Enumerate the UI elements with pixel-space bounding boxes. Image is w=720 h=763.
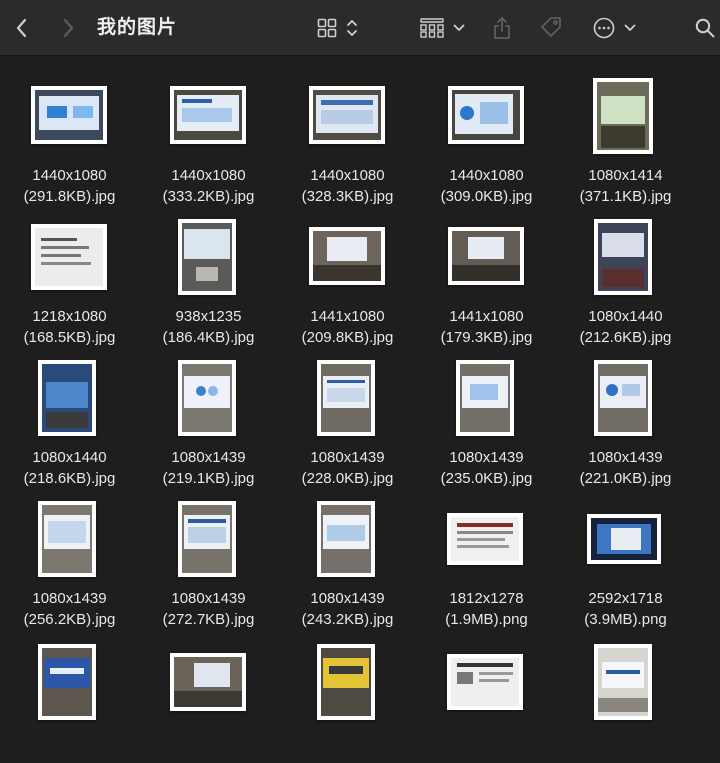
file-thumbnail[interactable] [317, 360, 375, 436]
file-item[interactable]: 1080x1439 (219.1KB).jpg [139, 340, 278, 487]
file-name-size: 938x1235 [175, 308, 242, 325]
file-thumbnail[interactable] [447, 513, 523, 565]
file-name-size: 1080x1439 [171, 590, 246, 607]
file-name-size: 1080x1414 [588, 167, 663, 184]
file-item[interactable]: 1440x1080 (291.8KB).jpg [0, 58, 139, 205]
search-icon[interactable] [692, 0, 718, 56]
file-thumbnail[interactable] [38, 360, 96, 436]
file-item[interactable]: 1080x1439 (243.2KB).jpg [278, 481, 417, 628]
file-item[interactable]: 1080x1439 (228.0KB).jpg [278, 340, 417, 487]
file-item[interactable] [556, 622, 695, 763]
file-thumbnail[interactable] [447, 654, 523, 710]
file-thumbnail[interactable] [448, 227, 524, 285]
file-thumbnail[interactable] [178, 501, 236, 577]
file-name-size: 1441x1080 [310, 308, 385, 325]
file-name-size: 1080x1439 [171, 449, 246, 466]
file-name-size: 1440x1080 [310, 167, 385, 184]
file-thumbnail[interactable] [31, 224, 107, 290]
file-thumbnail[interactable] [178, 360, 236, 436]
file-item[interactable]: 1080x1440 (218.6KB).jpg [0, 340, 139, 487]
file-name-size: 1080x1439 [449, 449, 524, 466]
file-thumbnail[interactable] [594, 219, 652, 295]
file-item[interactable]: 1441x1080 (179.3KB).jpg [417, 199, 556, 346]
file-thumbnail[interactable] [38, 644, 96, 720]
file-item[interactable]: 1080x1414 (371.1KB).jpg [556, 58, 695, 205]
file-name-size: 1080x1439 [310, 590, 385, 607]
file-thumbnail[interactable] [448, 86, 524, 144]
file-name-size: 1080x1439 [588, 449, 663, 466]
file-thumbnail[interactable] [456, 360, 514, 436]
finder-toolbar: 我的图片 [0, 0, 720, 56]
file-name-size: 1440x1080 [171, 167, 246, 184]
file-thumbnail[interactable] [178, 219, 236, 295]
file-item[interactable] [417, 622, 556, 763]
tag-icon[interactable] [538, 0, 564, 56]
back-chevron-icon[interactable] [10, 0, 34, 56]
share-icon[interactable] [490, 0, 514, 56]
file-item[interactable] [0, 622, 139, 763]
file-item[interactable] [278, 622, 417, 763]
file-item[interactable]: 1080x1439 (235.0KB).jpg [417, 340, 556, 487]
file-name-size: 1441x1080 [449, 308, 524, 325]
file-item[interactable] [139, 622, 278, 763]
file-thumbnail[interactable] [317, 501, 375, 577]
file-item[interactable]: 1441x1080 (209.8KB).jpg [278, 199, 417, 346]
file-thumbnail[interactable] [38, 501, 96, 577]
file-name-size: 1080x1440 [588, 308, 663, 325]
file-name-size: 2592x1718 [588, 590, 663, 607]
file-thumbnail[interactable] [594, 360, 652, 436]
file-item[interactable]: 1440x1080 (333.2KB).jpg [139, 58, 278, 205]
file-name-size: 1218x1080 [32, 308, 107, 325]
forward-chevron-icon[interactable] [56, 0, 80, 56]
sort-arrows-icon[interactable] [344, 0, 360, 56]
file-thumbnail[interactable] [594, 644, 652, 720]
chevron-down-icon[interactable] [623, 0, 637, 56]
file-grid: 1440x1080 (291.8KB).jpg 1440x1080 (333.2… [0, 58, 720, 734]
group-icon[interactable] [419, 0, 445, 56]
file-name-size: 1440x1080 [449, 167, 524, 184]
grid-view-icon[interactable] [316, 0, 338, 56]
window-title: 我的图片 [97, 15, 178, 38]
file-thumbnail[interactable] [317, 644, 375, 720]
file-item[interactable]: 1080x1439 (272.7KB).jpg [139, 481, 278, 628]
file-item[interactable]: 1440x1080 (328.3KB).jpg [278, 58, 417, 205]
file-name-size: 1812x1278 [449, 590, 524, 607]
chevron-down-icon[interactable] [452, 0, 466, 56]
file-item[interactable]: 1080x1440 (212.6KB).jpg [556, 199, 695, 346]
file-item[interactable]: 1812x1278 (1.9MB).png [417, 481, 556, 628]
file-thumbnail[interactable] [309, 227, 385, 285]
file-item[interactable]: 1440x1080 (309.0KB).jpg [417, 58, 556, 205]
file-item[interactable]: 1080x1439 (256.2KB).jpg [0, 481, 139, 628]
file-thumbnail[interactable] [31, 86, 107, 144]
file-item[interactable]: 1218x1080 (168.5KB).jpg [0, 199, 139, 346]
file-item[interactable]: 2592x1718 (3.9MB).png [556, 481, 695, 628]
file-thumbnail[interactable] [593, 78, 653, 154]
file-name-size: 1440x1080 [32, 167, 107, 184]
file-thumbnail[interactable] [170, 653, 246, 711]
file-name-size: 1080x1439 [310, 449, 385, 466]
file-item[interactable]: 938x1235 (186.4KB).jpg [139, 199, 278, 346]
more-icon[interactable] [592, 0, 616, 56]
file-thumbnail[interactable] [309, 86, 385, 144]
file-name-size: 1080x1439 [32, 590, 107, 607]
file-item[interactable]: 1080x1439 (221.0KB).jpg [556, 340, 695, 487]
file-thumbnail[interactable] [170, 86, 246, 144]
file-thumbnail[interactable] [587, 514, 661, 564]
file-name-size: 1080x1440 [32, 449, 107, 466]
